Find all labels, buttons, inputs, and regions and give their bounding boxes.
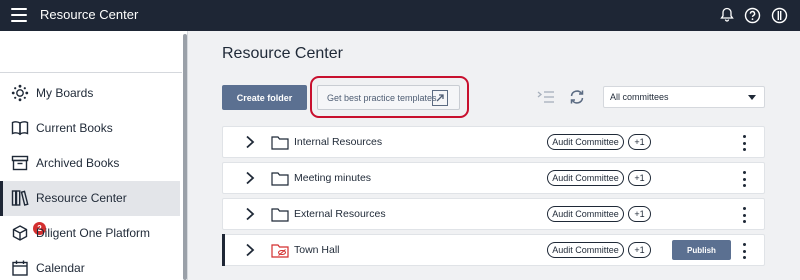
page-title: Resource Center <box>222 45 343 62</box>
get-templates-label: Get best practice templates <box>327 93 437 103</box>
top-bar: Resource Center <box>0 0 800 31</box>
more-options-icon[interactable] <box>740 135 748 151</box>
library-icon <box>11 189 29 207</box>
publish-button[interactable]: Publish <box>672 240 731 260</box>
sidebar-item-label: Archived Books <box>36 156 120 170</box>
row-name[interactable]: Town Hall <box>294 244 340 256</box>
boards-icon <box>11 84 29 102</box>
user-icon[interactable] <box>770 6 788 24</box>
more-options-icon[interactable] <box>740 207 748 223</box>
more-options-icon[interactable] <box>740 171 748 187</box>
sidebar-divider <box>0 72 182 73</box>
sidebar-item-label: Current Books <box>36 121 113 135</box>
committee-tag[interactable]: Audit Committee <box>547 170 624 186</box>
reorder-icon[interactable] <box>537 88 555 106</box>
row-name[interactable]: Internal Resources <box>294 136 382 148</box>
committee-filter-select[interactable]: All committees <box>603 86 765 108</box>
committee-tag[interactable]: Audit Committee <box>547 242 624 258</box>
chevron-right-icon[interactable] <box>243 135 257 149</box>
calendar-icon <box>11 259 29 277</box>
create-folder-button[interactable]: Create folder <box>222 85 307 110</box>
chevron-right-icon[interactable] <box>243 243 257 257</box>
help-icon[interactable] <box>743 6 761 24</box>
more-committees-tag[interactable]: +1 <box>628 206 651 222</box>
chevron-down-icon <box>748 95 756 100</box>
sidebar-item-calendar[interactable]: Calendar <box>0 251 180 280</box>
sidebar-item-archived-books[interactable]: Archived Books <box>0 146 180 181</box>
sidebar: My Boards Current Books Archived Books R… <box>0 31 188 280</box>
folder-icon <box>271 208 289 222</box>
bell-icon[interactable] <box>718 6 736 24</box>
table-row[interactable]: Meeting minutes Audit Committee +1 <box>222 162 765 194</box>
refresh-icon[interactable] <box>568 88 586 106</box>
external-link-icon <box>432 90 448 106</box>
sidebar-item-my-boards[interactable]: My Boards <box>0 76 180 111</box>
sidebar-item-current-books[interactable]: Current Books <box>0 111 180 146</box>
restricted-folder-icon <box>271 244 289 258</box>
table-row[interactable]: Town Hall Audit Committee +1 Publish <box>222 234 765 266</box>
more-committees-tag[interactable]: +1 <box>628 134 651 150</box>
sidebar-item-label: My Boards <box>36 86 94 100</box>
committee-tag[interactable]: Audit Committee <box>547 134 624 150</box>
sidebar-item-diligent-one-platform[interactable]: 2 Diligent One Platform <box>0 216 180 251</box>
more-committees-tag[interactable]: +1 <box>628 242 651 258</box>
archive-icon <box>11 154 29 172</box>
row-name[interactable]: External Resources <box>294 208 386 220</box>
more-options-icon[interactable] <box>740 243 748 259</box>
get-templates-button[interactable]: Get best practice templates <box>317 85 460 110</box>
committee-filter-value: All committees <box>610 92 669 102</box>
chevron-right-icon[interactable] <box>243 207 257 221</box>
folder-icon <box>271 172 289 186</box>
chevron-right-icon[interactable] <box>243 171 257 185</box>
more-committees-tag[interactable]: +1 <box>628 170 651 186</box>
menu-icon[interactable] <box>11 8 27 22</box>
folder-icon <box>271 136 289 150</box>
app-title: Resource Center <box>40 7 139 22</box>
sidebar-item-label: Resource Center <box>36 191 127 205</box>
book-open-icon <box>11 119 29 137</box>
cube-icon: 2 <box>11 222 46 242</box>
row-name[interactable]: Meeting minutes <box>294 172 371 184</box>
sidebar-scrollbar[interactable] <box>183 34 187 280</box>
table-row[interactable]: External Resources Audit Committee +1 <box>222 198 765 230</box>
sidebar-item-label: Diligent One Platform <box>36 226 151 240</box>
sidebar-item-resource-center[interactable]: Resource Center <box>0 181 180 216</box>
table-row[interactable]: Internal Resources Audit Committee +1 <box>222 126 765 158</box>
committee-tag[interactable]: Audit Committee <box>547 206 624 222</box>
sidebar-item-label: Calendar <box>36 261 85 275</box>
